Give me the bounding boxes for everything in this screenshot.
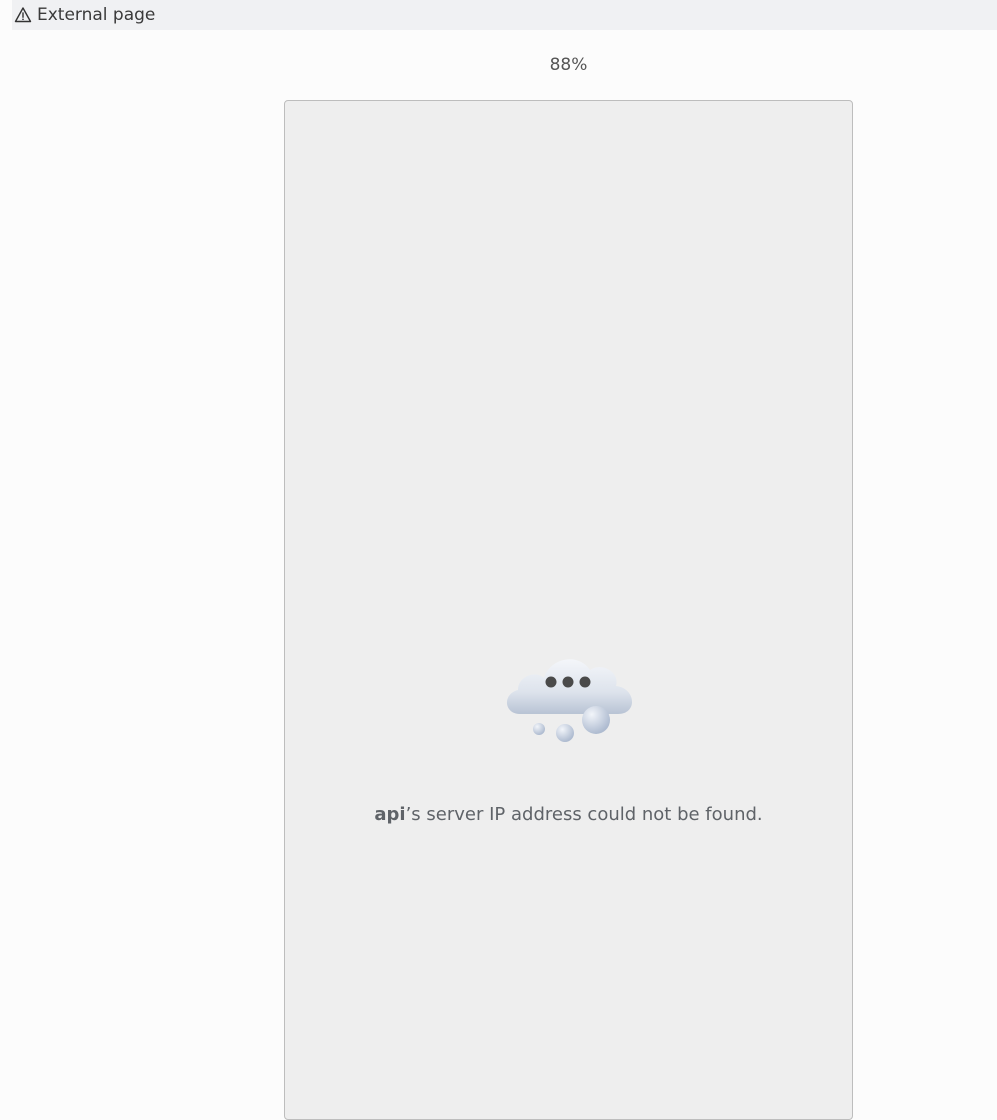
error-message-text: ’s server IP address could not be found. <box>405 804 763 825</box>
banner-label: External page <box>37 5 156 25</box>
error-host: api <box>374 804 406 825</box>
warning-triangle-icon <box>14 7 32 23</box>
embedded-page-frame[interactable]: api’s server IP address could not be fou… <box>284 100 853 1120</box>
zoom-level: 88% <box>549 55 588 75</box>
external-page-banner: External page <box>12 0 997 30</box>
cloud-dots-icon <box>506 659 633 742</box>
error-message: api’s server IP address could not be fou… <box>285 804 852 825</box>
